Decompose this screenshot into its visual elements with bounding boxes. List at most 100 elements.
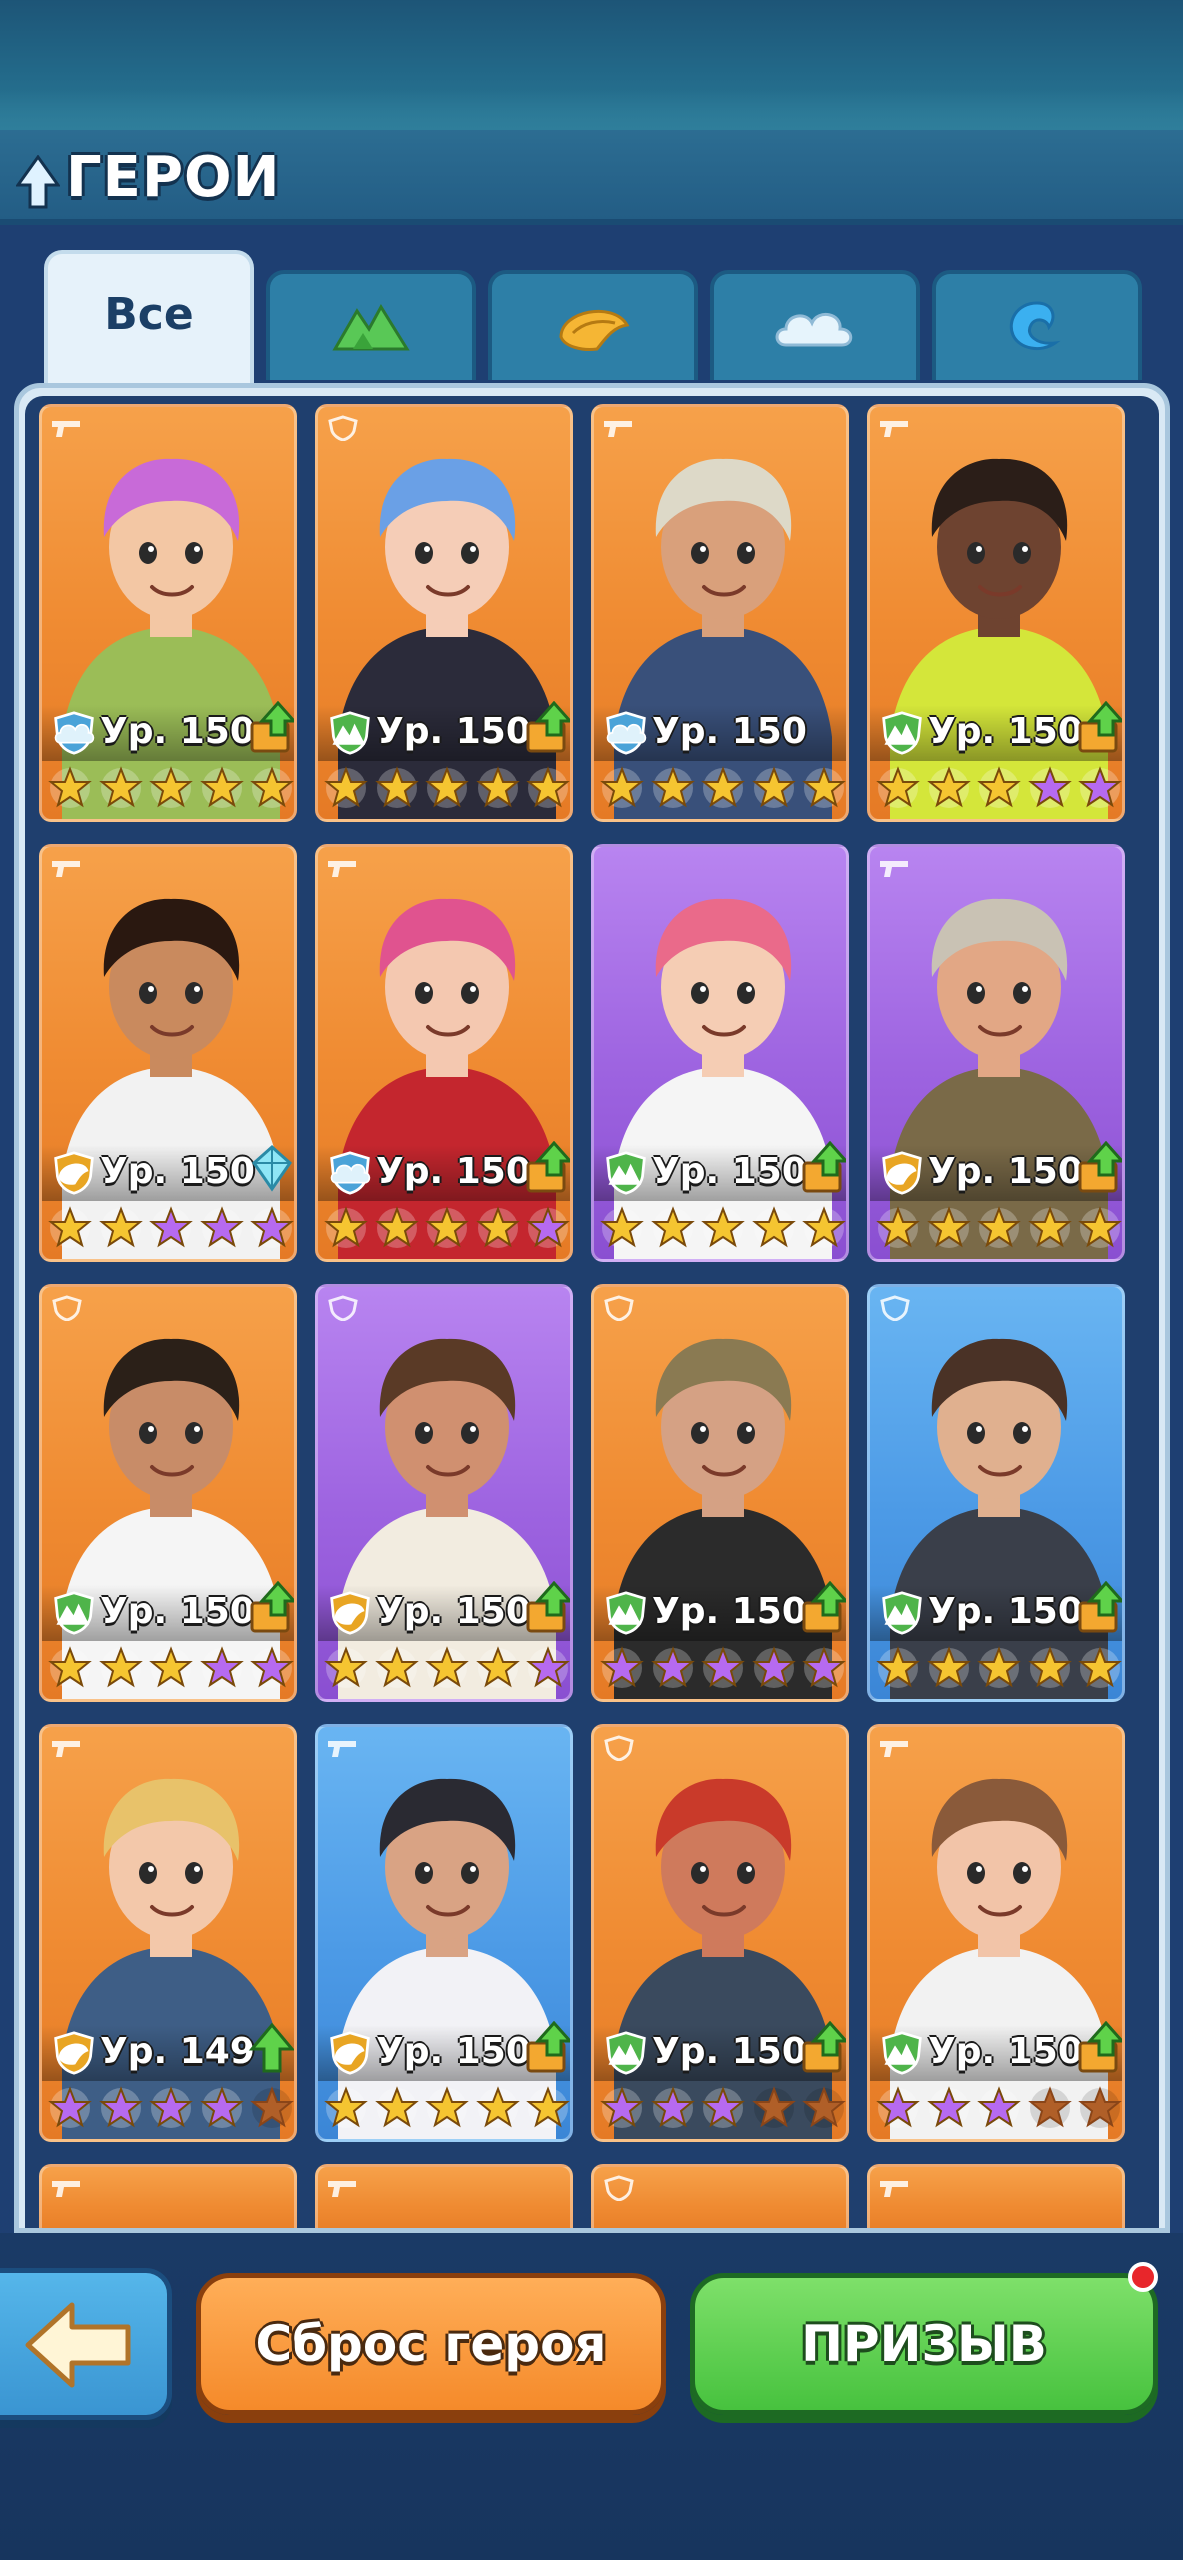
gold-star-icon (977, 1206, 1021, 1248)
purple-star-icon (250, 1206, 294, 1248)
hero-level-row: Ур. 150 (594, 1581, 846, 1641)
gold-star-icon (751, 1206, 796, 1248)
gold-star-icon (425, 766, 469, 808)
hero-card[interactable]: Ур. 150 (591, 1284, 849, 1702)
summon-button[interactable]: ПРИЗЫВ (690, 2273, 1158, 2415)
empty-star-icon (802, 2086, 846, 2128)
back-button[interactable] (0, 2268, 172, 2420)
reset-hero-button[interactable]: Сброс героя (196, 2273, 666, 2415)
hero-card[interactable]: Ур. 150 (591, 1724, 849, 2142)
hero-stars (48, 1645, 294, 1691)
hero-card[interactable]: Ур. 150 (315, 1724, 573, 2142)
gold-star-icon (425, 1206, 469, 1248)
tab-water[interactable] (932, 270, 1142, 380)
hero-stars (48, 2085, 294, 2131)
hero-card[interactable]: Ур. 150 (315, 1284, 573, 1702)
tab-shell[interactable] (488, 270, 698, 380)
gem-upgrade-icon (252, 1144, 292, 1192)
gold-star-icon (374, 2086, 419, 2128)
empty-star-icon (1078, 2086, 1122, 2128)
hero-level: Ур. 149 (100, 2031, 255, 2072)
gold-star-icon (425, 1646, 469, 1688)
hero-stars (876, 765, 1122, 811)
book-upgrade-icon (802, 2021, 846, 2073)
purple-star-icon (98, 2086, 143, 2128)
empty-star-icon (250, 2086, 294, 2128)
arrow-up-icon (16, 155, 60, 209)
arrow-left-icon (25, 2302, 131, 2388)
shell-element-icon (882, 1151, 922, 1195)
tab-mountain[interactable] (266, 270, 476, 380)
gold-star-icon (48, 766, 92, 808)
gold-star-icon (802, 1206, 846, 1248)
hero-card[interactable]: Ур. 150 (315, 404, 573, 822)
hero-level: Ур. 150 (652, 1591, 807, 1632)
gold-star-icon (374, 766, 419, 808)
mountain-element-icon (882, 2031, 922, 2075)
tab-cloud[interactable] (710, 270, 920, 380)
hero-level-row: Ур. 150 (42, 1581, 294, 1641)
purple-star-icon (1078, 766, 1122, 808)
book-upgrade-icon (526, 1581, 570, 1633)
purple-star-icon (250, 1646, 294, 1688)
hero-level-row: Ур. 149 (42, 2022, 294, 2081)
gun-role-icon (880, 2181, 908, 2197)
purple-star-icon (199, 1206, 244, 1248)
book-upgrade-icon (250, 701, 294, 753)
gold-star-icon (475, 1206, 520, 1248)
hero-card-partial[interactable] (591, 2164, 849, 2228)
gold-star-icon (250, 766, 294, 808)
shell-element-icon (330, 1591, 370, 1635)
purple-star-icon (1027, 766, 1072, 808)
tab-all[interactable]: Все (44, 250, 254, 385)
gold-star-icon (876, 1646, 920, 1688)
hero-card[interactable]: Ур. 150 (867, 844, 1125, 1262)
purple-star-icon (199, 1646, 244, 1688)
mountain-element-icon (882, 1591, 922, 1635)
hero-stars (876, 1645, 1122, 1691)
hero-card[interactable]: Ур. 149 (39, 1724, 297, 2142)
purple-star-icon (926, 2086, 971, 2128)
book-upgrade-icon (526, 701, 570, 753)
hero-card[interactable]: Ур. 150 (39, 844, 297, 1262)
gun-role-icon (52, 421, 80, 437)
gun-role-icon (52, 2181, 80, 2197)
hero-grid: Ур. 150 Ур. 150 Ур. 150 Ур. 150 Ур. 150 Ур. 1… (25, 396, 1159, 2228)
shell-element-icon (54, 2031, 94, 2075)
hero-level: Ур. 150 (652, 711, 807, 752)
hero-card[interactable]: Ур. 150 (39, 404, 297, 822)
hero-level-row: Ур. 150 (318, 1141, 570, 1201)
hero-level: Ур. 150 (652, 2031, 807, 2072)
cloud-element-icon (330, 1151, 371, 1195)
hero-level-row: Ур. 150 (594, 705, 846, 761)
hero-card[interactable]: Ур. 150 (867, 1724, 1125, 2142)
book-upgrade-icon (802, 1141, 846, 1193)
hero-level-row: Ур. 150 (318, 701, 570, 761)
gold-star-icon (425, 2086, 469, 2128)
hero-card[interactable]: Ур. 150 (591, 404, 849, 822)
gold-star-icon (751, 766, 796, 808)
reset-hero-label: Сброс героя (255, 2315, 607, 2373)
purple-star-icon (977, 2086, 1021, 2128)
hero-card[interactable]: Ур. 150 (591, 844, 849, 1262)
gold-star-icon (600, 1206, 644, 1248)
purple-star-icon (600, 1646, 644, 1688)
gold-star-icon (600, 766, 644, 808)
hero-card[interactable]: Ур. 150 (867, 404, 1125, 822)
hero-card-partial[interactable] (867, 2164, 1125, 2228)
hero-card[interactable]: Ур. 150 (867, 1284, 1125, 1702)
hero-level-row: Ур. 150 (594, 1141, 846, 1201)
purple-star-icon (802, 1646, 846, 1688)
shield-role-icon (604, 2175, 634, 2201)
gold-star-icon (149, 766, 193, 808)
gold-star-icon (98, 766, 143, 808)
hero-card-partial[interactable] (315, 2164, 573, 2228)
hero-level: Ур. 150 (376, 711, 531, 752)
gun-role-icon (880, 421, 908, 437)
hero-card[interactable]: Ур. 150 (315, 844, 573, 1262)
hero-card-partial[interactable] (39, 2164, 297, 2228)
hero-card[interactable]: Ур. 150 (39, 1284, 297, 1702)
gold-star-icon (374, 1206, 419, 1248)
hero-stars (600, 2085, 846, 2131)
hero-level: Ур. 150 (376, 1151, 531, 1192)
